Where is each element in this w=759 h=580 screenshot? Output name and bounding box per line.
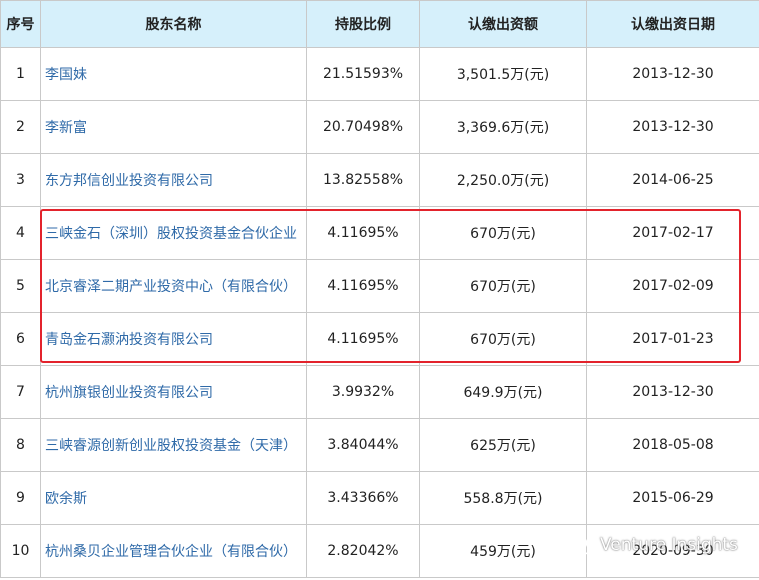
row-date: 2018-05-08 xyxy=(586,418,759,472)
row-ratio: 3.43366% xyxy=(306,471,420,525)
row-ratio: 3.84044% xyxy=(306,418,420,472)
row-amount: 459万(元) xyxy=(419,524,587,578)
row-index: 9 xyxy=(0,471,41,525)
table-row: 1 李国妹 21.51593% 3,501.5万(元) 2013-12-30 xyxy=(0,47,759,101)
shareholder-name-link[interactable]: 杭州旗银创业投资有限公司 xyxy=(40,365,307,419)
row-amount: 625万(元) xyxy=(419,418,587,472)
row-index: 1 xyxy=(0,47,41,101)
row-index: 10 xyxy=(0,524,41,578)
row-ratio: 4.11695% xyxy=(306,312,420,366)
row-index: 6 xyxy=(0,312,41,366)
row-date: 2017-01-23 xyxy=(586,312,759,366)
table-row: 9 欧余斯 3.43366% 558.8万(元) 2015-06-29 xyxy=(0,471,759,525)
shareholder-name-link[interactable]: 青岛金石灏汭投资有限公司 xyxy=(40,312,307,366)
shareholder-name-link[interactable]: 三峡睿源创新创业股权投资基金（天津） xyxy=(40,418,307,472)
shareholder-name-link[interactable]: 三峡金石（深圳）股权投资基金合伙企业 xyxy=(40,206,307,260)
row-ratio: 4.11695% xyxy=(306,206,420,260)
watermark: Venture Insights xyxy=(566,532,738,558)
row-amount: 3,369.6万(元) xyxy=(419,100,587,154)
shareholder-name-link[interactable]: 北京睿泽二期产业投资中心（有限合伙） xyxy=(40,259,307,313)
row-index: 5 xyxy=(0,259,41,313)
shareholder-name-link[interactable]: 杭州桑贝企业管理合伙企业（有限合伙） xyxy=(40,524,307,578)
row-amount: 3,501.5万(元) xyxy=(419,47,587,101)
row-index: 7 xyxy=(0,365,41,419)
row-amount: 670万(元) xyxy=(419,312,587,366)
shareholder-name-link[interactable]: 李国妹 xyxy=(40,47,307,101)
row-date: 2017-02-17 xyxy=(586,206,759,260)
table-row: 7 杭州旗银创业投资有限公司 3.9932% 649.9万(元) 2013-12… xyxy=(0,365,759,419)
shareholder-name-link[interactable]: 东方邦信创业投资有限公司 xyxy=(40,153,307,207)
row-index: 4 xyxy=(0,206,41,260)
row-amount: 670万(元) xyxy=(419,206,587,260)
row-date: 2014-06-25 xyxy=(586,153,759,207)
table-row: 2 李新富 20.70498% 3,369.6万(元) 2013-12-30 xyxy=(0,100,759,154)
shareholder-table: 序号 股东名称 持股比例 认缴出资额 认缴出资日期 1 李国妹 21.51593… xyxy=(0,0,759,578)
header-ratio: 持股比例 xyxy=(306,0,420,48)
header-index: 序号 xyxy=(0,0,41,48)
row-index: 3 xyxy=(0,153,41,207)
row-ratio: 13.82558% xyxy=(306,153,420,207)
table-row: 4 三峡金石（深圳）股权投资基金合伙企业 4.11695% 670万(元) 20… xyxy=(0,206,759,260)
table-row: 6 青岛金石灏汭投资有限公司 4.11695% 670万(元) 2017-01-… xyxy=(0,312,759,366)
row-ratio: 4.11695% xyxy=(306,259,420,313)
header-date: 认缴出资日期 xyxy=(586,0,759,48)
row-ratio: 3.9932% xyxy=(306,365,420,419)
row-date: 2015-06-29 xyxy=(586,471,759,525)
header-name: 股东名称 xyxy=(40,0,307,48)
row-ratio: 2.82042% xyxy=(306,524,420,578)
row-index: 8 xyxy=(0,418,41,472)
table-row: 5 北京睿泽二期产业投资中心（有限合伙） 4.11695% 670万(元) 20… xyxy=(0,259,759,313)
row-index: 2 xyxy=(0,100,41,154)
row-date: 2013-12-30 xyxy=(586,365,759,419)
row-amount: 558.8万(元) xyxy=(419,471,587,525)
header-row: 序号 股东名称 持股比例 认缴出资额 认缴出资日期 xyxy=(0,0,759,48)
row-amount: 670万(元) xyxy=(419,259,587,313)
row-amount: 2,250.0万(元) xyxy=(419,153,587,207)
row-date: 2013-12-30 xyxy=(586,47,759,101)
table-row: 8 三峡睿源创新创业股权投资基金（天津） 3.84044% 625万(元) 20… xyxy=(0,418,759,472)
row-ratio: 20.70498% xyxy=(306,100,420,154)
row-date: 2013-12-30 xyxy=(586,100,759,154)
watermark-text: Venture Insights xyxy=(600,535,738,555)
shareholder-name-link[interactable]: 李新富 xyxy=(40,100,307,154)
shareholder-name-link[interactable]: 欧余斯 xyxy=(40,471,307,525)
row-ratio: 21.51593% xyxy=(306,47,420,101)
row-amount: 649.9万(元) xyxy=(419,365,587,419)
header-amount: 认缴出资额 xyxy=(419,0,587,48)
row-date: 2017-02-09 xyxy=(586,259,759,313)
wechat-icon xyxy=(566,534,594,556)
table-row: 3 东方邦信创业投资有限公司 13.82558% 2,250.0万(元) 201… xyxy=(0,153,759,207)
